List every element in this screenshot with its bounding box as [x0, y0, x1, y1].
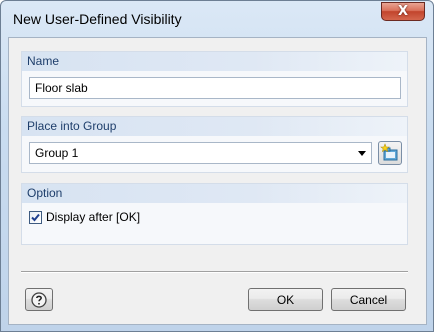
- option-section: Option Display after [OK]: [21, 183, 408, 245]
- display-after-ok-label: Display after [OK]: [46, 210, 141, 224]
- close-icon: X: [397, 4, 409, 19]
- window-title: New User-Defined Visibility: [13, 11, 182, 27]
- name-input[interactable]: [29, 77, 401, 99]
- display-after-ok-checkbox[interactable]: [29, 210, 42, 224]
- name-group-header: Name: [22, 52, 407, 71]
- cancel-button[interactable]: Cancel: [331, 288, 406, 311]
- footer-separator: [21, 271, 408, 273]
- new-group-button[interactable]: [378, 141, 402, 165]
- new-group-icon: [380, 143, 398, 161]
- name-group: Name: [21, 51, 408, 107]
- group-select[interactable]: Group 1: [29, 142, 372, 164]
- ok-button[interactable]: OK: [248, 288, 323, 311]
- chevron-down-icon: [358, 151, 366, 156]
- group-select-value: Group 1: [35, 146, 79, 160]
- display-after-ok-option[interactable]: Display after [OK]: [29, 210, 140, 224]
- help-button[interactable]: [25, 288, 53, 311]
- dialog-body: Name Place into Group Group 1 Option: [8, 37, 427, 325]
- option-header: Option: [22, 184, 407, 203]
- close-button[interactable]: X: [381, 2, 425, 21]
- help-icon: [31, 291, 47, 308]
- place-into-group-section: Place into Group Group 1: [21, 116, 408, 173]
- checkmark-icon: [31, 213, 40, 221]
- title-bar: New User-Defined Visibility X: [1, 1, 433, 37]
- place-into-group-header: Place into Group: [22, 117, 407, 136]
- dialog-window: New User-Defined Visibility X Name Place…: [0, 0, 434, 332]
